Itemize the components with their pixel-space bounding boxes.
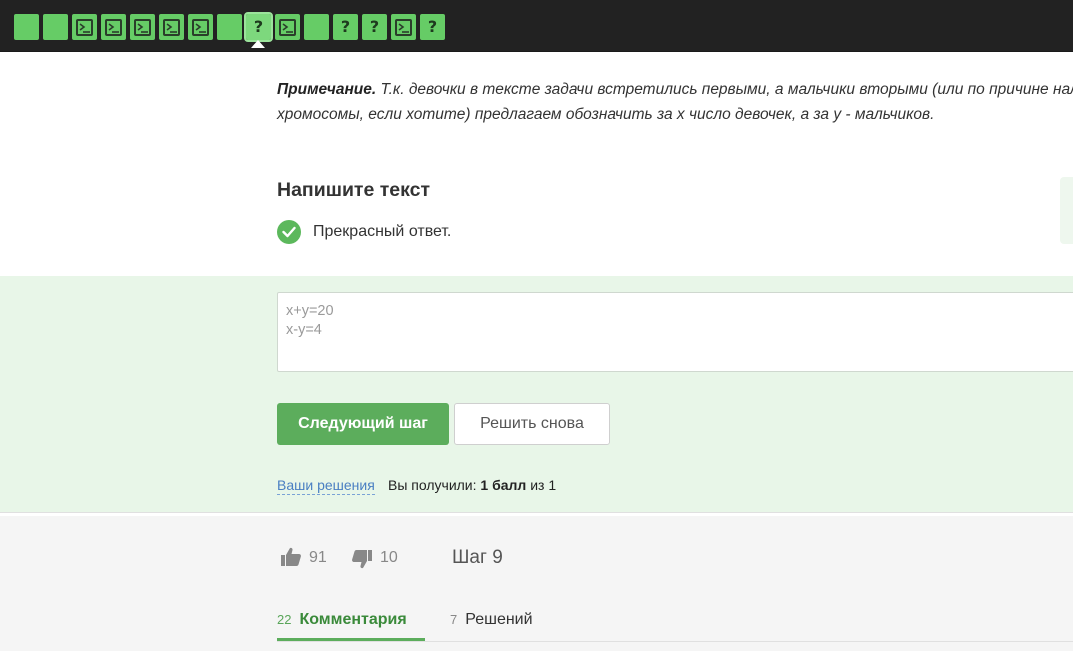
step-1[interactable] — [14, 14, 39, 40]
terminal-icon — [279, 18, 296, 36]
step-11[interactable] — [304, 14, 329, 40]
step-13[interactable]: ? — [362, 14, 387, 40]
step-6[interactable] — [159, 14, 184, 40]
terminal-icon — [163, 18, 180, 36]
current-step-caret — [251, 40, 265, 48]
step-10[interactable] — [275, 14, 300, 40]
answer-textarea[interactable]: x+y=20 x-y=4 — [277, 292, 1073, 372]
retry-button[interactable]: Решить снова — [454, 403, 610, 445]
question-icon: ? — [369, 17, 380, 36]
step-3[interactable] — [72, 14, 97, 40]
step-12[interactable]: ? — [333, 14, 358, 40]
score-text: Вы получили: 1 балл из 1 — [388, 477, 556, 493]
note-label: Примечание. — [277, 81, 377, 98]
next-step-button[interactable]: Следующий шаг — [277, 403, 449, 445]
terminal-icon — [105, 18, 122, 36]
dislikes-count: 10 — [380, 549, 398, 566]
score-prefix: Вы получили: — [388, 477, 481, 493]
step-8[interactable] — [217, 14, 242, 40]
tab-solutions-label: Решений — [465, 611, 533, 628]
tab-solutions[interactable]: 7 Решений — [450, 611, 533, 629]
step-9-current[interactable]: ? — [244, 12, 273, 42]
check-circle-icon — [277, 220, 301, 244]
tabs-baseline — [277, 641, 1073, 642]
question-icon: ? — [253, 17, 264, 36]
note-line-1: Примечание. Т.к. девочки в тексте задачи… — [277, 77, 1073, 102]
step-7[interactable] — [188, 14, 213, 40]
your-solutions-link[interactable]: Ваши решения — [277, 477, 375, 495]
note-text-1: Т.к. девочки в тексте задачи встретились… — [376, 81, 1073, 98]
terminal-icon — [192, 18, 209, 36]
verdict-text: Прекрасный ответ. — [313, 223, 452, 240]
step-navigation-bar: ? ? ? ? — [0, 0, 1073, 52]
comments-count: 22 — [277, 612, 292, 627]
step-4[interactable] — [101, 14, 126, 40]
tab-comments[interactable]: 22 Комментария — [277, 611, 407, 629]
step-2[interactable] — [43, 14, 68, 40]
note-line-2: хромосомы, если хотите) предлагаем обозн… — [277, 106, 935, 123]
score-value: 1 балл — [480, 477, 527, 493]
side-panel-tab[interactable] — [1060, 177, 1073, 244]
step-15[interactable]: ? — [420, 14, 445, 40]
thumbs-down-icon[interactable] — [351, 548, 373, 575]
step-number-label: Шаг 9 — [452, 547, 503, 568]
solutions-count: 7 — [450, 612, 458, 627]
terminal-icon — [76, 18, 93, 36]
terminal-icon — [395, 18, 412, 36]
terminal-icon — [134, 18, 151, 36]
question-icon: ? — [427, 17, 438, 36]
task-title: Напишите текст — [277, 179, 431, 201]
score-suffix: из 1 — [526, 477, 557, 493]
task-note: Примечание. Т.к. девочки в тексте задачи… — [277, 77, 1073, 127]
question-icon: ? — [340, 17, 351, 36]
step-5[interactable] — [130, 14, 155, 40]
active-tab-underline — [277, 638, 425, 641]
thumbs-up-icon[interactable] — [280, 546, 302, 573]
likes-count: 91 — [309, 549, 327, 566]
discussion-section — [0, 516, 1073, 651]
tab-comments-label: Комментария — [299, 611, 407, 628]
step-14[interactable] — [391, 14, 416, 40]
